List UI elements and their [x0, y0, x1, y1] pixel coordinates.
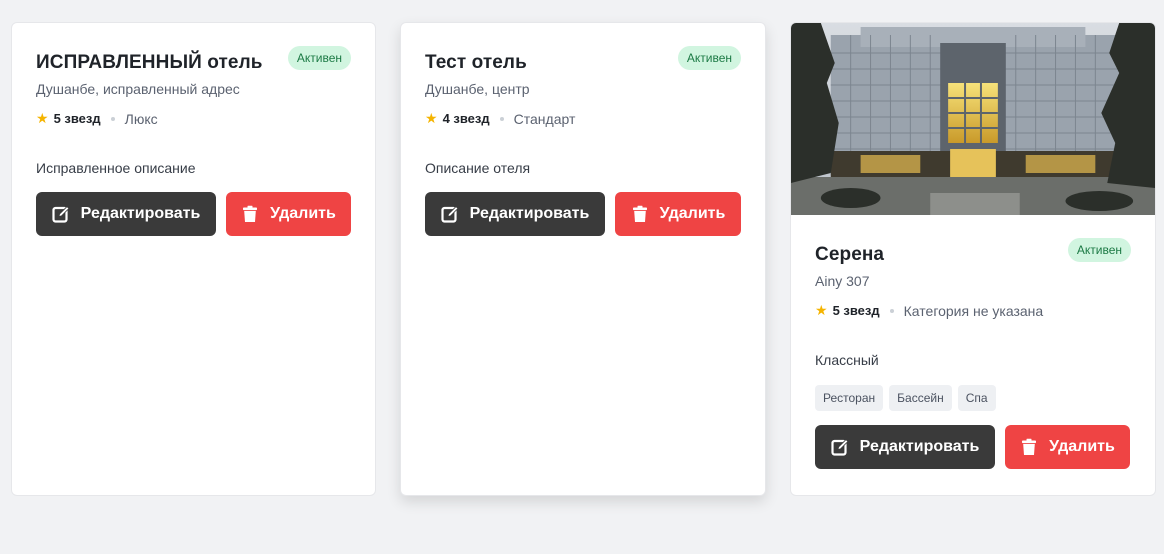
hotel-card: Серена Активен Ainy 307 ★ 5 звезд Катего…	[790, 22, 1156, 496]
trash-icon	[632, 205, 647, 222]
hotel-name: Тест отель	[425, 52, 527, 73]
hotel-name: Серена	[815, 244, 885, 265]
amenity-tag: Спа	[957, 385, 996, 411]
hotel-card: Тест отель Активен Душанбе, центр ★ 4 зв…	[400, 22, 766, 496]
hotel-name: ИСПРАВЛЕННЫЙ отель	[36, 52, 263, 73]
hotel-address: Душанбе, центр	[425, 81, 530, 97]
amenity-tag: Бассейн	[889, 385, 952, 411]
star-icon: ★	[815, 302, 828, 318]
status-badge: Активен	[677, 46, 741, 70]
edit-button-label: Редактировать	[469, 205, 590, 222]
delete-button[interactable]: Удалить	[615, 192, 741, 236]
status-badge: Активен	[1067, 238, 1131, 262]
separator-dot	[889, 308, 894, 313]
hotel-address: Ainy 307	[815, 273, 870, 289]
hotel-photo	[791, 23, 1155, 215]
hotel-category: Стандарт	[513, 110, 576, 127]
hotel-description: Описание отеля	[425, 160, 531, 176]
trash-icon	[243, 205, 258, 222]
edit-icon	[831, 439, 849, 456]
hotel-category: Люкс	[124, 110, 158, 127]
edit-icon	[52, 206, 70, 223]
trash-icon	[1022, 438, 1037, 455]
status-badge: Активен	[287, 46, 351, 70]
star-icon: ★	[36, 110, 49, 126]
amenities-list: Ресторан Бассейн Спа	[815, 385, 1131, 411]
edit-button-label: Редактировать	[859, 438, 980, 455]
edit-button[interactable]: Редактировать	[425, 192, 605, 236]
amenity-tag: Ресторан	[815, 385, 884, 411]
hotel-description: Исправленное описание	[36, 160, 196, 176]
delete-button-label: Удалить	[1049, 438, 1115, 455]
separator-dot	[110, 116, 115, 121]
delete-button[interactable]: Удалить	[1005, 425, 1130, 469]
hotel-category: Категория не указана	[903, 302, 1044, 319]
delete-button[interactable]: Удалить	[226, 192, 351, 236]
star-icon: ★	[425, 110, 438, 126]
edit-button[interactable]: Редактировать	[815, 425, 995, 469]
hotel-stars: 4 звезд	[442, 111, 490, 126]
hotel-card: ИСПРАВЛЕННЫЙ отель Активен Душанбе, испр…	[11, 22, 376, 496]
hotel-stars: 5 звезд	[53, 111, 101, 126]
separator-dot	[499, 116, 504, 121]
edit-button-label: Редактировать	[80, 205, 201, 222]
hotel-address: Душанбе, исправленный адрес	[36, 81, 240, 97]
delete-button-label: Удалить	[659, 205, 726, 222]
delete-button-label: Удалить	[270, 205, 336, 222]
edit-button[interactable]: Редактировать	[36, 192, 216, 236]
hotel-stars: 5 звезд	[832, 303, 880, 318]
edit-icon	[441, 206, 459, 223]
hotel-description: Классный	[815, 352, 879, 368]
